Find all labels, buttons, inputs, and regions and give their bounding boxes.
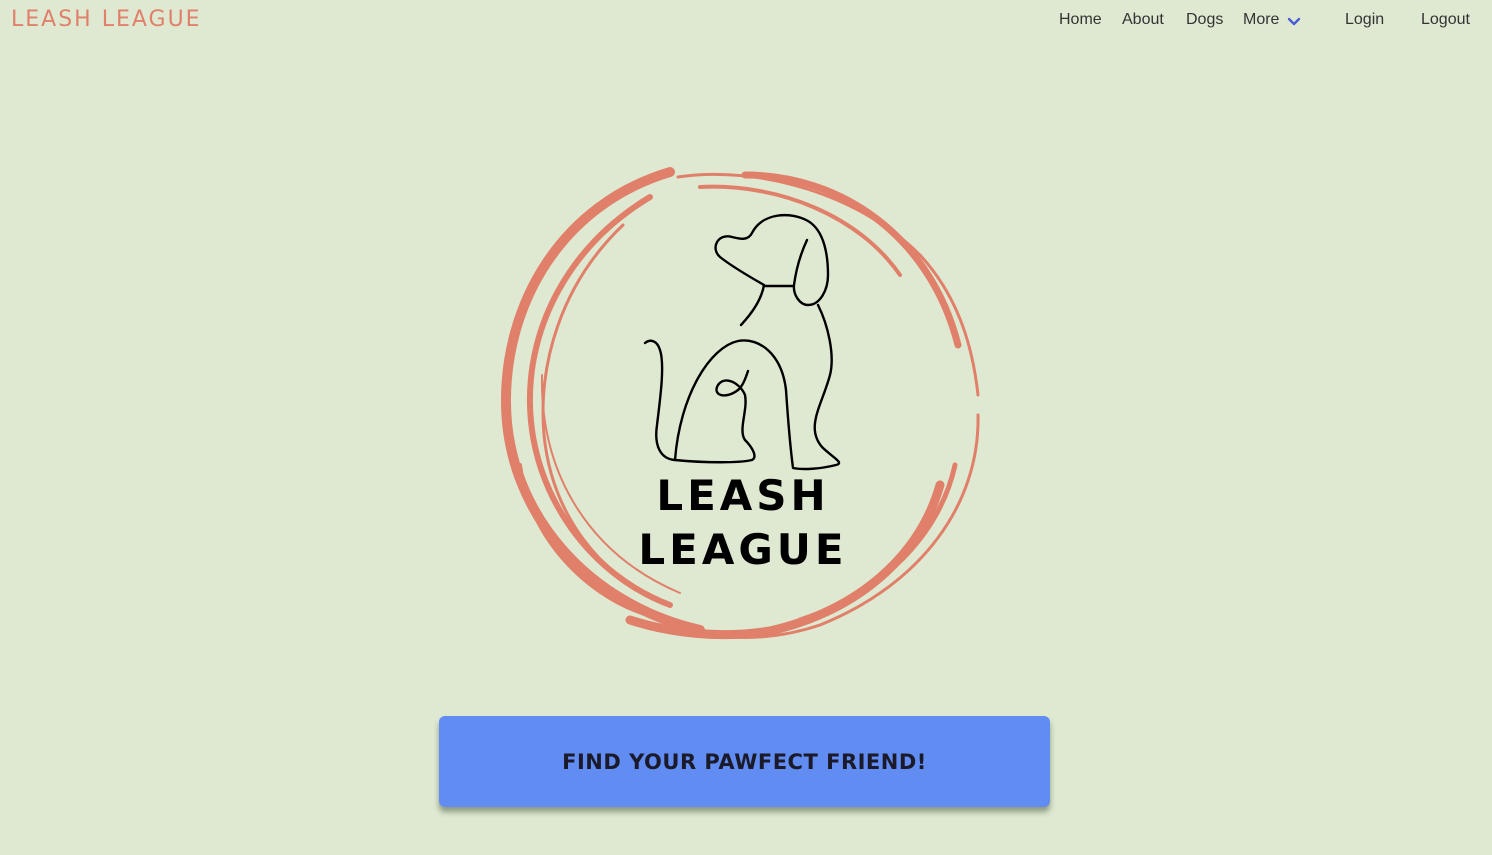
brand-logo-link[interactable]: LEASH LEAGUE xyxy=(11,7,202,32)
logo-word-leash: LEASH xyxy=(656,471,829,520)
nav-about-link[interactable]: About xyxy=(1122,11,1164,29)
top-navbar: LEASH LEAGUE Home About Dogs More Login … xyxy=(0,0,1492,42)
dog-line-art-icon xyxy=(643,214,841,471)
nav-login-link[interactable]: Login xyxy=(1345,11,1384,29)
nav-logout-link[interactable]: Logout xyxy=(1421,11,1470,29)
nav-more-dropdown[interactable]: More xyxy=(1243,11,1279,29)
leash-league-logo: LEASH LEAGUE xyxy=(500,167,980,640)
logo-word-league: LEAGUE xyxy=(638,525,847,574)
nav-home-link[interactable]: Home xyxy=(1059,11,1102,29)
find-friend-button[interactable]: FIND YOUR PAWFECT FRIEND! xyxy=(439,716,1050,807)
chevron-down-icon[interactable] xyxy=(1286,14,1302,30)
nav-dogs-link[interactable]: Dogs xyxy=(1186,11,1223,29)
